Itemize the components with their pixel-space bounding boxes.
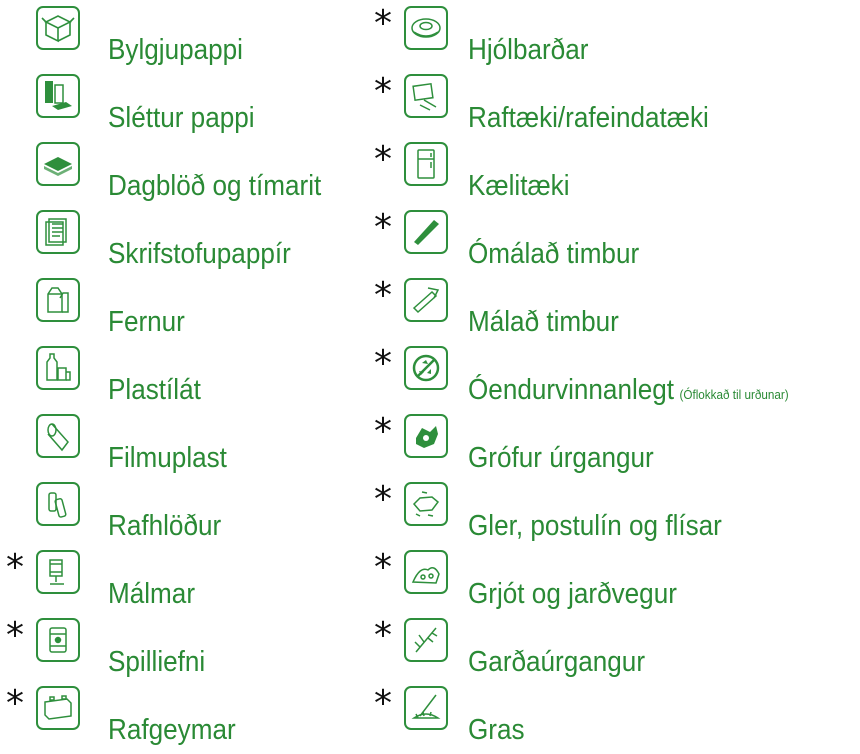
item-label: Skrifstofupappír xyxy=(108,238,291,270)
asterisk: * xyxy=(374,343,392,384)
item-label: Spilliefni xyxy=(108,646,206,678)
refrigerator-icon xyxy=(404,142,448,186)
item-label: Málmar xyxy=(108,578,196,610)
item-note: (Óflokkað til urðunar) xyxy=(679,387,789,402)
plastic-film-icon xyxy=(36,414,80,458)
item-label: Bylgjupappi xyxy=(108,34,243,66)
item-label: Gler, postulín og flísar xyxy=(468,510,722,542)
item-label-text: Óendurvinnanlegt xyxy=(468,374,675,406)
item-label: Óendurvinnanlegt (Óflokkað til urðunar) xyxy=(468,373,789,412)
item-label: Grófur úrgangur xyxy=(468,442,654,474)
item-label: Rafhlöður xyxy=(108,510,222,542)
asterisk: * xyxy=(374,615,392,656)
item-label: Sléttur pappi xyxy=(108,102,255,134)
asterisk: * xyxy=(374,3,392,44)
asterisk: * xyxy=(374,411,392,452)
item-label: Kælitæki xyxy=(468,170,570,202)
asterisk: * xyxy=(374,207,392,248)
batteries-icon xyxy=(36,482,80,526)
item-label: Hjólbarðar xyxy=(468,34,589,66)
milk-carton-icon xyxy=(36,278,80,322)
item-label: Dagblöð og tímarit xyxy=(108,170,322,202)
rocks-soil-icon xyxy=(404,550,448,594)
cardboard-box-icon xyxy=(36,6,80,50)
hazardous-barrel-icon xyxy=(36,618,80,662)
item-label: Ómálað timbur xyxy=(468,238,640,270)
asterisk: * xyxy=(374,479,392,520)
asterisk: * xyxy=(6,615,24,656)
wood-plank-icon xyxy=(404,210,448,254)
office-paper-icon xyxy=(36,210,80,254)
asterisk: * xyxy=(374,683,392,724)
car-battery-icon xyxy=(36,686,80,730)
bulky-waste-icon xyxy=(404,414,448,458)
item-label: Fernur xyxy=(108,306,185,338)
newspaper-icon xyxy=(36,142,80,186)
asterisk: * xyxy=(374,275,392,316)
painted-wood-icon xyxy=(404,278,448,322)
plastic-bottles-icon xyxy=(36,346,80,390)
ceramics-icon xyxy=(404,482,448,526)
no-recycle-icon xyxy=(404,346,448,390)
item-label: Garðaúrgangur xyxy=(468,646,646,678)
item-label: Filmuplast xyxy=(108,442,227,474)
metal-can-icon xyxy=(36,550,80,594)
asterisk: * xyxy=(374,547,392,588)
item-label: Málað timbur xyxy=(468,306,619,338)
item-label: Gras xyxy=(468,714,525,746)
asterisk: * xyxy=(374,139,392,180)
garden-waste-icon xyxy=(404,618,448,662)
item-label: Raftæki/rafeindatæki xyxy=(468,102,709,134)
item-label: Grjót og jarðvegur xyxy=(468,578,677,610)
asterisk: * xyxy=(374,71,392,112)
grass-icon xyxy=(404,686,448,730)
asterisk: * xyxy=(6,683,24,724)
paper-stack-icon xyxy=(36,74,80,118)
item-label: Plastílát xyxy=(108,374,201,406)
item-label: Rafgeymar xyxy=(108,714,236,746)
tire-icon xyxy=(404,6,448,50)
asterisk: * xyxy=(6,547,24,588)
electronics-icon xyxy=(404,74,448,118)
